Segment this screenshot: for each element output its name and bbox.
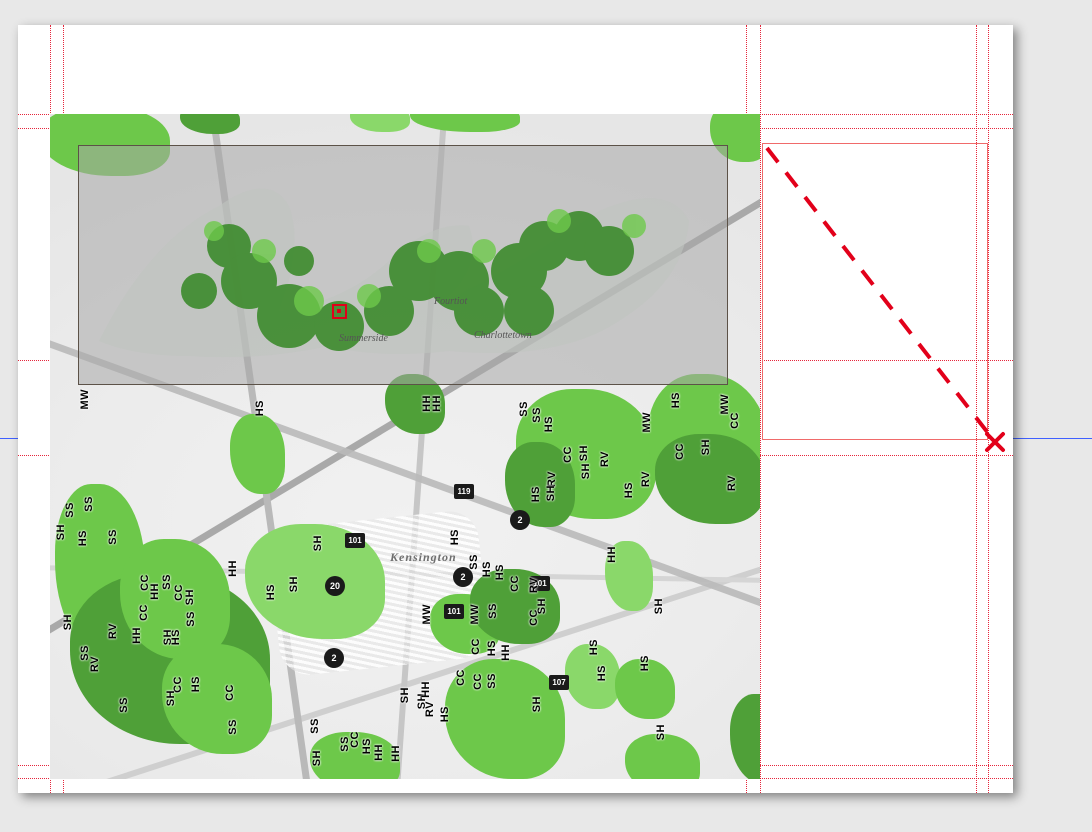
- forest-type-label: SH: [656, 724, 667, 740]
- forest-type-label: SS: [162, 574, 173, 590]
- forest-type-label: SH: [654, 598, 665, 614]
- forest-type-label: HH: [228, 560, 239, 577]
- forest-type-label: CC: [139, 604, 150, 621]
- forest-type-label: MW: [642, 412, 653, 433]
- forest-type-label: HS: [624, 482, 635, 498]
- overview-extent-indicator: [332, 304, 347, 319]
- layout-page[interactable]: Kensington 10110110110711920222 MWHHHHSS…: [18, 25, 1013, 793]
- forest-type-label: HS: [255, 400, 266, 416]
- forest-type-label: SH: [56, 524, 67, 540]
- forest-type-label: SH: [581, 463, 592, 479]
- forest-type-label: CC: [730, 412, 741, 429]
- forest-type-label: SH: [312, 750, 323, 766]
- forest-type-label: MW: [470, 604, 481, 625]
- forest-type-label: HS: [171, 629, 182, 645]
- forest-type-label: HH: [421, 681, 432, 698]
- forest-type-label: SH: [63, 614, 74, 630]
- forest-type-label: HH: [501, 644, 512, 661]
- forest-type-label: SH: [546, 485, 557, 501]
- forest-type-label: HH: [132, 627, 143, 644]
- forest-type-label: HS: [450, 529, 461, 545]
- forest-type-label: HS: [487, 640, 498, 656]
- forest-type-label: SS: [519, 401, 530, 417]
- forest-type-label: RV: [529, 577, 540, 593]
- forest-type-label: SH: [166, 690, 177, 706]
- forest-type-label: HH: [374, 744, 385, 761]
- forest-type-label: SS: [487, 673, 498, 689]
- forest-type-label: RV: [727, 475, 738, 491]
- highway-marker: 2: [510, 510, 530, 530]
- forest-type-label: SS: [65, 502, 76, 518]
- forest-type-label: CC: [350, 731, 361, 748]
- forest-type-label: CC: [456, 669, 467, 686]
- forest-type-label: SS: [310, 718, 321, 734]
- forest-type-label: CC: [225, 684, 236, 701]
- forest-type-label: HS: [544, 416, 555, 432]
- forest-type-label: HS: [597, 665, 608, 681]
- forest-type-label: HS: [482, 561, 493, 577]
- forest-type-label: SH: [579, 445, 590, 461]
- town-label: Kensington: [390, 550, 457, 565]
- forest-type-label: SH: [313, 535, 324, 551]
- forest-type-label: SH: [289, 576, 300, 592]
- forest-type-label: CC: [473, 673, 484, 690]
- forest-type-label: HH: [607, 546, 618, 563]
- forest-type-label: HS: [266, 584, 277, 600]
- overview-land: [89, 151, 719, 381]
- forest-type-label: SS: [340, 736, 351, 752]
- forest-type-label: HS: [589, 639, 600, 655]
- forest-type-label: MW: [422, 604, 433, 625]
- overview-city-label: Charlottetown: [474, 331, 532, 341]
- forest-type-label: HS: [495, 564, 506, 580]
- forest-type-label: RV: [425, 701, 436, 717]
- forest-type-label: SS: [469, 554, 480, 570]
- forest-type-label: RV: [90, 656, 101, 672]
- forest-type-label: RV: [108, 623, 119, 639]
- forest-type-label: HS: [640, 655, 651, 671]
- forest-type-label: HH: [391, 745, 402, 762]
- empty-legend-frame[interactable]: [762, 143, 988, 440]
- forest-type-label: SS: [488, 603, 499, 619]
- highway-marker: 107: [549, 675, 569, 690]
- overview-map-frame[interactable]: Summerside Fourtiot Charlottetown: [78, 145, 728, 385]
- forest-type-label: SS: [228, 719, 239, 735]
- forest-type-label: CC: [471, 638, 482, 655]
- forest-type-label: HH: [150, 583, 161, 600]
- forest-type-label: HS: [440, 706, 451, 722]
- forest-type-label: CC: [563, 446, 574, 463]
- highway-marker: 2: [324, 648, 344, 668]
- forest-type-label: SS: [532, 407, 543, 423]
- forest-type-label: HH: [432, 395, 443, 412]
- forest-type-label: CC: [675, 443, 686, 460]
- forest-type-label: RV: [600, 451, 611, 467]
- forest-type-label: RV: [641, 471, 652, 487]
- forest-type-label: SS: [119, 697, 130, 713]
- missing-content-indicator: [759, 140, 1019, 480]
- forest-type-label: HS: [78, 530, 89, 546]
- highway-marker: 20: [325, 576, 345, 596]
- forest-type-label: SS: [186, 611, 197, 627]
- highway-marker: 101: [345, 533, 365, 548]
- overview-city-label: Fourtiot: [434, 297, 467, 307]
- forest-type-label: SS: [84, 496, 95, 512]
- highway-marker: 101: [444, 604, 464, 619]
- forest-type-label: SS: [108, 529, 119, 545]
- highway-marker: 119: [454, 484, 474, 499]
- forest-type-label: SH: [185, 589, 196, 605]
- forest-type-label: SH: [701, 439, 712, 455]
- highway-marker: 2: [453, 567, 473, 587]
- forest-type-label: HS: [191, 676, 202, 692]
- forest-type-label: SH: [400, 687, 411, 703]
- forest-type-label: HS: [671, 392, 682, 408]
- overview-city-label: Summerside: [339, 334, 388, 344]
- forest-type-label: HS: [362, 738, 373, 754]
- forest-type-label: SH: [537, 598, 548, 614]
- forest-type-label: HS: [531, 486, 542, 502]
- forest-type-label: MW: [80, 389, 91, 410]
- forest-type-label: CC: [510, 575, 521, 592]
- forest-type-label: SH: [532, 696, 543, 712]
